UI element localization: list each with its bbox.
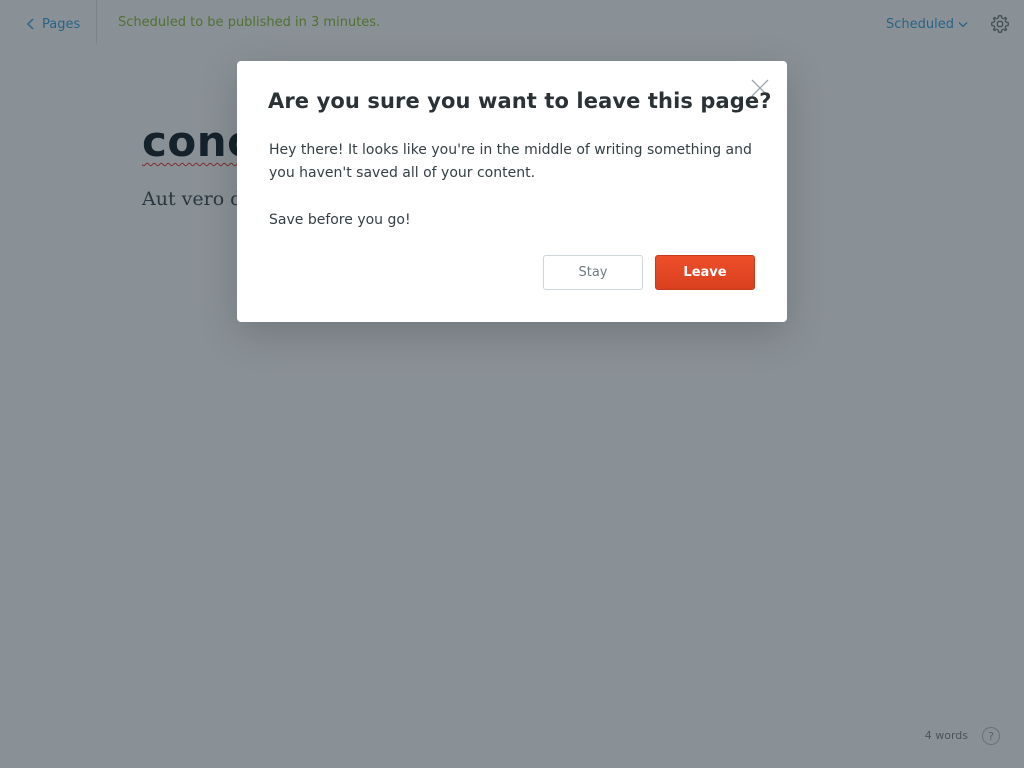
stay-button[interactable]: Stay (543, 255, 643, 290)
leave-page-dialog: Are you sure you want to leave this page… (237, 61, 787, 322)
leave-button[interactable]: Leave (655, 255, 755, 290)
dialog-body: Hey there! It looks like you're in the m… (269, 139, 759, 232)
dialog-actions: Stay Leave (543, 255, 755, 290)
editor-page: Pages Scheduled to be published in 3 min… (0, 0, 1024, 768)
dialog-title: Are you sure you want to leave this page… (268, 89, 772, 113)
dialog-message: Hey there! It looks like you're in the m… (269, 142, 752, 181)
dialog-hint: Save before you go! (269, 212, 411, 228)
